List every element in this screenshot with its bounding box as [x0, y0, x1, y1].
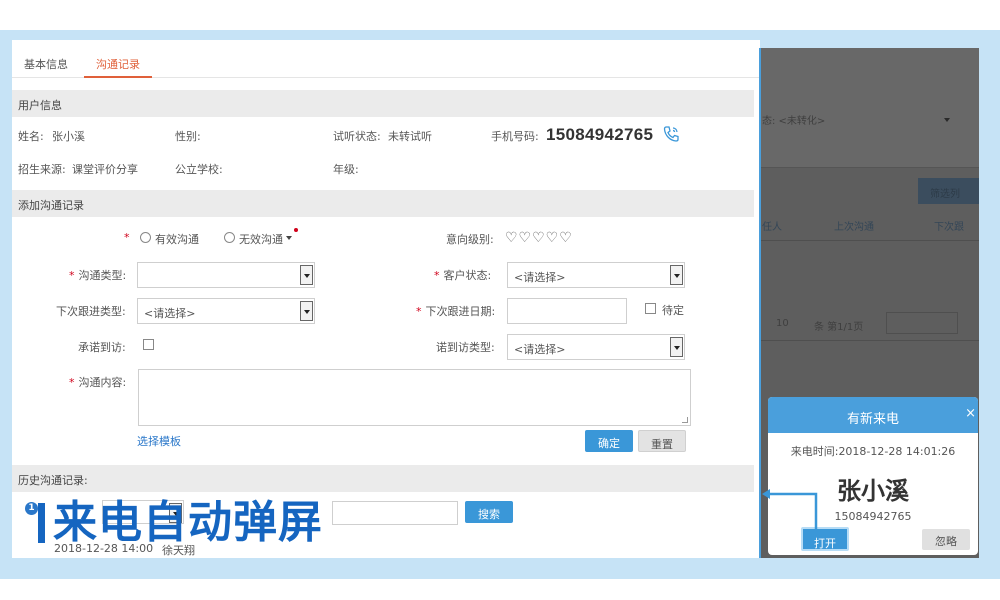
comm-type-label: * 沟通类型:: [69, 269, 127, 282]
visit-type-select[interactable]: <请选择>: [507, 334, 685, 360]
intent-hearts[interactable]: ♡♡♡♡♡: [505, 230, 573, 246]
active-tab-underline: [84, 76, 152, 78]
required-dot: [294, 228, 298, 232]
bg-col3: 下次跟: [934, 222, 964, 233]
school-label: 公立学校:: [175, 163, 223, 176]
radio-valid[interactable]: [140, 232, 151, 243]
visit-type-label: 诺到访类型:: [436, 341, 495, 354]
pending-label: 待定: [662, 304, 684, 317]
bg-pager-input: [886, 312, 958, 334]
dropdown-arrow-icon: [670, 337, 683, 357]
reset-button[interactable]: 重置: [638, 430, 686, 452]
trial-status-label: 试听状态:: [333, 130, 381, 143]
trial-status-value: 未转试听: [388, 130, 432, 143]
tab-comm-records[interactable]: 沟通记录: [96, 56, 140, 72]
phone-number: 15084942765: [546, 125, 654, 144]
source-value: 课堂评价分享: [72, 163, 138, 176]
client-status-select[interactable]: <请选择>: [507, 262, 685, 288]
bg-col2: 上次沟通: [834, 222, 874, 233]
info-icon: 1: [25, 502, 38, 515]
gender-label: 性别:: [175, 130, 201, 143]
bg-divider-2: [760, 340, 979, 341]
content-label: * 沟通内容:: [69, 376, 127, 389]
background-filter-area: 态: <未转化>: [760, 48, 979, 168]
caption-text: 来电自动弹屏: [53, 497, 323, 548]
radio-invalid-label: 无效沟通: [239, 233, 283, 246]
promise-checkbox[interactable]: [143, 339, 154, 350]
bg-pager-size: 10: [776, 318, 789, 329]
history-search-input[interactable]: [332, 501, 458, 525]
popup-title: 有新来电: [768, 397, 978, 433]
caption: 来电自动弹屏: [38, 496, 323, 550]
pointer-arrow-icon: [762, 489, 818, 530]
dropdown-arrow-icon: [670, 265, 683, 285]
intent-label: 意向级别:: [446, 233, 494, 246]
tab-basic-info[interactable]: 基本信息: [24, 56, 68, 72]
name-label: 姓名:: [18, 130, 44, 143]
phone-call-icon[interactable]: [662, 125, 680, 146]
name-value: 张小溪: [52, 130, 85, 143]
history-section: 历史沟通记录:: [12, 465, 754, 492]
popup-call-time: 来电时间:2018-12-28 14:01:26: [790, 445, 956, 458]
content-textarea[interactable]: [138, 369, 691, 426]
search-button[interactable]: 搜索: [465, 501, 513, 523]
ignore-button[interactable]: 忽略: [922, 529, 970, 550]
comm-type-select[interactable]: [137, 262, 315, 288]
confirm-button[interactable]: 确定: [585, 430, 633, 452]
user-info-section: 用户信息: [12, 90, 754, 117]
bg-col1: 任人: [762, 222, 782, 233]
template-link[interactable]: 选择模板: [137, 433, 181, 449]
bg-filter-button: 筛选列: [918, 178, 979, 204]
resize-handle-icon[interactable]: [682, 417, 688, 423]
panel-divider: [759, 48, 761, 558]
next-date-input[interactable]: [507, 298, 627, 324]
bg-pager-text: 条 第1/1页: [814, 322, 864, 333]
dropdown-arrow-icon: [300, 301, 313, 321]
bg-status-text: 态: <未转化>: [762, 116, 826, 127]
pending-checkbox[interactable]: [645, 303, 656, 314]
tab-bar: 基本信息 沟通记录: [12, 40, 760, 78]
required-mark: *: [124, 231, 130, 244]
phone-label: 手机号码:: [491, 130, 539, 143]
add-record-section: 添加沟通记录: [12, 190, 754, 217]
promise-label: 承诺到访:: [78, 341, 126, 354]
radio-valid-label: 有效沟通: [155, 233, 199, 246]
crm-panel: 基本信息 沟通记录 用户信息 姓名: 张小溪 性别: 试听状态: 未转试听 手机…: [12, 40, 760, 558]
next-type-label: 下次跟进类型:: [56, 305, 126, 318]
grade-label: 年级:: [333, 163, 359, 176]
chevron-down-icon[interactable]: [286, 236, 292, 240]
caption-bar: [38, 503, 45, 543]
bg-divider: [760, 240, 979, 241]
next-date-label: * 下次跟进日期:: [416, 305, 496, 318]
radio-invalid[interactable]: [224, 232, 235, 243]
close-icon[interactable]: ×: [965, 406, 976, 421]
source-label: 招生来源:: [18, 163, 66, 176]
bg-dropdown-icon: [944, 118, 950, 122]
next-type-select[interactable]: <请选择>: [137, 298, 315, 324]
dropdown-arrow-icon: [300, 265, 313, 285]
client-status-label: * 客户状态:: [434, 269, 492, 282]
